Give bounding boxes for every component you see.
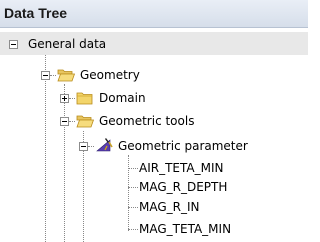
tree-item-parameter[interactable]: AIR_TETA_MIN [139, 161, 223, 175]
tree-item-parameter[interactable]: MAG_TETA_MIN [139, 222, 231, 236]
open-folder-icon [76, 115, 94, 128]
tree-connector [128, 207, 138, 208]
tree-item-parameter[interactable]: MAG_R_IN [139, 200, 200, 214]
tree-item-geometry[interactable]: Geometry [80, 68, 140, 82]
collapse-toggle[interactable] [79, 142, 88, 151]
tree-item-parameter[interactable]: MAG_R_DEPTH [139, 180, 227, 194]
tree-connector [88, 146, 94, 147]
collapse-toggle[interactable] [60, 117, 69, 126]
tree-connector [128, 168, 138, 169]
tree-connector [128, 229, 138, 230]
tree-connector [45, 55, 46, 242]
tree-connector [64, 84, 65, 242]
tree-connector [128, 155, 129, 231]
tree-connector [50, 75, 56, 76]
tree-item-geometric-parameter[interactable]: Geometric parameter [118, 139, 248, 153]
panel-header: Data Tree [0, 0, 308, 28]
open-folder-icon [57, 69, 75, 82]
panel-title: Data Tree [4, 5, 68, 21]
collapse-toggle[interactable] [9, 40, 18, 49]
geometric-parameter-icon [96, 138, 113, 152]
tree-item-domain[interactable]: Domain [99, 91, 146, 105]
expand-toggle[interactable] [60, 94, 69, 103]
folder-icon [76, 92, 93, 105]
tree-item-label[interactable]: General data [28, 37, 106, 51]
collapse-toggle[interactable] [41, 71, 50, 80]
tree-connector [69, 98, 75, 99]
tree-connector [69, 121, 75, 122]
tree-connector [128, 187, 138, 188]
tree-item-geometric-tools[interactable]: Geometric tools [99, 114, 194, 128]
